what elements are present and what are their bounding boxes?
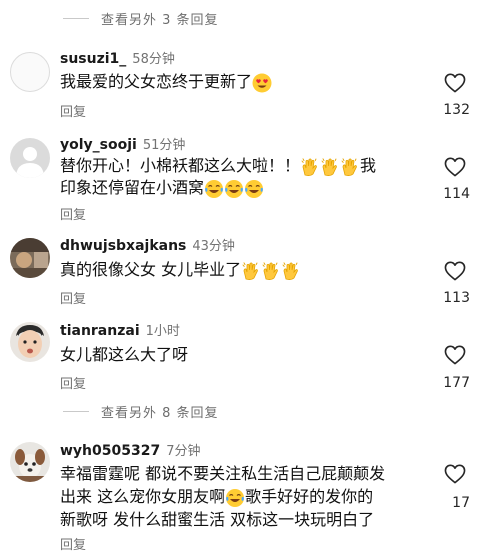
clapping-hands-emoji	[261, 261, 281, 281]
heart-outline-icon	[444, 464, 466, 484]
clapping-hands-emoji	[340, 157, 360, 177]
timestamp: 1小时	[145, 324, 180, 339]
view-more-replies-top[interactable]: 查看另外 3 条回复	[63, 8, 219, 28]
clapping-hands-emoji	[281, 261, 301, 281]
comment-text-part: 女儿都这么大了呀	[60, 345, 189, 364]
like-count: 17	[452, 495, 470, 511]
like-count: 132	[443, 102, 470, 118]
username[interactable]: dhwujsbxajkans	[60, 238, 186, 254]
comment-header: tianranzai 1小时	[60, 320, 180, 339]
comment-header: wyh0505327 7分钟	[60, 440, 201, 459]
default-user-icon	[16, 147, 44, 178]
heart-eyes-emoji	[252, 73, 272, 93]
comment-header: yoly_sooji 51分钟	[60, 134, 185, 153]
reply-button[interactable]: 回复	[60, 101, 86, 120]
reply-button[interactable]: 回复	[60, 204, 86, 223]
like-count: 114	[443, 186, 470, 202]
username[interactable]: tianranzai	[60, 323, 140, 339]
comment-text: 真的很像父女 女儿毕业了	[60, 259, 415, 281]
comment-text-line: 幸福雷霆呢 都说不要关注私生活自己屁颠颠发	[60, 464, 386, 483]
comment-text: 幸福雷霆呢 都说不要关注私生活自己屁颠颠发 出来 这么宠你女朋友啊 歌手好好的发你…	[60, 462, 420, 531]
comment-text: 替你开心！小棉袄都这么大啦！！ 我 印象还停留在小酒窝	[60, 155, 415, 199]
profile-photo	[10, 322, 50, 362]
clapping-hands-emoji	[241, 261, 261, 281]
comment-text: 女儿都这么大了呀	[60, 344, 415, 366]
profile-photo	[10, 238, 50, 278]
view-more-replies-label: 查看另外 8 条回复	[101, 405, 219, 421]
avatar[interactable]	[10, 322, 50, 362]
username[interactable]: susuzi1_	[60, 51, 126, 67]
like-button[interactable]	[440, 157, 470, 177]
comment-text-part: 真的很像父女 女儿毕业了	[60, 260, 242, 279]
profile-photo	[10, 442, 50, 482]
comment-text-part: 替你开心！小棉袄都这么大啦！！	[60, 156, 301, 175]
comment-text-part: 印象还停留在小酒窝	[60, 178, 205, 197]
tears-of-joy-emoji	[204, 179, 224, 199]
comment-header: dhwujsbxajkans 43分钟	[60, 235, 235, 254]
reply-button[interactable]: 回复	[60, 288, 86, 307]
tears-of-joy-emoji	[225, 488, 245, 508]
comment-header: susuzi1_ 58分钟	[60, 48, 175, 67]
heart-outline-icon	[444, 261, 466, 281]
like-button[interactable]	[440, 464, 470, 484]
heart-outline-icon	[444, 157, 466, 177]
like-count: 177	[443, 375, 470, 391]
like-button[interactable]	[440, 73, 470, 93]
comment-text: 我最爱的父女恋终于更新了	[60, 71, 415, 93]
avatar[interactable]	[10, 442, 50, 482]
view-more-replies-mid[interactable]: 查看另外 8 条回复	[63, 401, 219, 421]
divider-line	[63, 410, 89, 412]
heart-outline-icon	[444, 345, 466, 365]
username[interactable]: yoly_sooji	[60, 137, 137, 153]
timestamp: 51分钟	[142, 138, 186, 153]
reply-button[interactable]: 回复	[60, 373, 86, 392]
comment-text-part: 出来 这么宠你女朋友啊	[60, 487, 226, 506]
heart-outline-icon	[444, 73, 466, 93]
timestamp: 58分钟	[132, 52, 175, 67]
reply-button[interactable]: 回复	[60, 534, 86, 553]
avatar[interactable]	[10, 52, 50, 92]
clapping-hands-emoji	[320, 157, 340, 177]
view-more-replies-label: 查看另外 3 条回复	[101, 12, 219, 28]
comment-text-part: 我	[360, 156, 377, 175]
like-button[interactable]	[440, 345, 470, 365]
like-button[interactable]	[440, 261, 470, 281]
timestamp: 43分钟	[192, 239, 235, 254]
comment-text-line: 新歌呀 发什么甜蜜生活 双标这一块玩明白了	[60, 510, 375, 529]
like-count: 113	[443, 290, 470, 306]
avatar[interactable]	[10, 138, 50, 178]
avatar[interactable]	[10, 238, 50, 278]
tears-of-joy-emoji	[224, 179, 244, 199]
divider-line	[63, 17, 89, 19]
comment-text-part: 我最爱的父女恋终于更新了	[60, 72, 253, 91]
tears-of-joy-emoji	[244, 179, 264, 199]
username[interactable]: wyh0505327	[60, 443, 160, 459]
timestamp: 7分钟	[166, 444, 201, 459]
comment-text-part: 歌手好好的发你的	[245, 487, 374, 506]
clapping-hands-emoji	[300, 157, 320, 177]
